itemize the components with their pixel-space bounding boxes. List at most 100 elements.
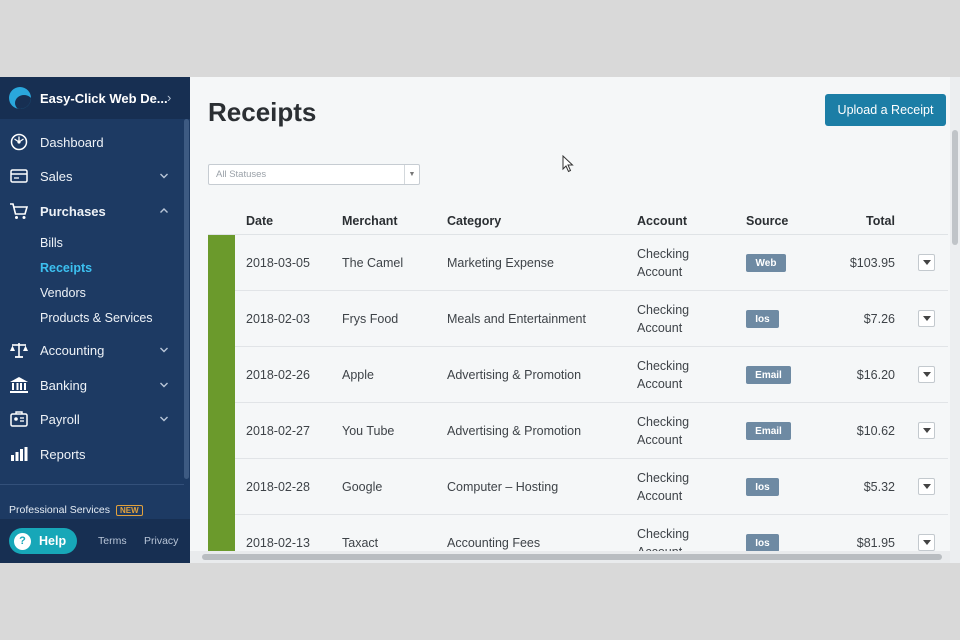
privacy-link[interactable]: Privacy bbox=[144, 535, 178, 547]
sidebar-item-banking[interactable]: Banking bbox=[0, 370, 184, 400]
cell-category: Accounting Fees bbox=[447, 536, 541, 550]
sidebar-subitem-receipts[interactable]: Receipts bbox=[40, 261, 92, 275]
page-title: Receipts bbox=[208, 97, 317, 127]
chevron-down-icon bbox=[160, 382, 168, 388]
status-filter-select[interactable]: All Statuses ▼ bbox=[208, 164, 420, 185]
cell-category: Advertising & Promotion bbox=[447, 424, 582, 438]
cell-total: $10.62 bbox=[856, 424, 895, 438]
cell-merchant: You Tube bbox=[342, 424, 395, 438]
status-filter-value: All Statuses bbox=[216, 169, 267, 180]
column-header-merchant[interactable]: Merchant bbox=[342, 214, 398, 228]
chevron-down-icon bbox=[160, 173, 168, 179]
source-badge: Ios bbox=[746, 478, 779, 496]
sidebar-subitem-products-services[interactable]: Products & Services bbox=[40, 311, 153, 325]
account-line: Account bbox=[637, 265, 683, 279]
source-badge: Ios bbox=[746, 534, 779, 552]
cell-total: $16.20 bbox=[856, 368, 895, 382]
vertical-scrollbar[interactable] bbox=[950, 77, 960, 563]
account-line: Account bbox=[637, 433, 683, 447]
cell-total: $7.26 bbox=[863, 312, 895, 326]
column-header-date[interactable]: Date bbox=[246, 214, 273, 228]
column-header-category[interactable]: Category bbox=[447, 214, 501, 228]
sidebar-subitem-vendors[interactable]: Vendors bbox=[40, 286, 86, 300]
account-line: Checking bbox=[637, 359, 690, 373]
bank-icon bbox=[9, 375, 29, 395]
sidebar-footer: ? Help Terms Privacy bbox=[0, 519, 190, 563]
account-line: Account bbox=[637, 321, 683, 335]
upload-receipt-button[interactable]: Upload a Receipt bbox=[825, 94, 946, 126]
table-row[interactable]: 2018-03-05 The Camel Marketing Expense C… bbox=[208, 235, 948, 291]
source-badge: Web bbox=[746, 254, 786, 272]
cell-merchant: Frys Food bbox=[342, 312, 399, 326]
shopping-cart-icon bbox=[9, 201, 29, 221]
table-row[interactable]: 2018-02-03 Frys Food Meals and Entertain… bbox=[208, 291, 948, 347]
terms-link[interactable]: Terms bbox=[98, 535, 127, 547]
sidebar-item-label: Purchases bbox=[40, 203, 106, 219]
dropdown-arrow-icon: ▼ bbox=[404, 165, 419, 184]
chevron-up-icon bbox=[160, 208, 168, 213]
sidebar-item-purchases[interactable]: Purchases bbox=[0, 196, 184, 226]
sidebar-item-reports[interactable]: Reports bbox=[0, 439, 184, 469]
table-row[interactable]: 2018-02-26 Apple Advertising & Promotion… bbox=[208, 347, 948, 403]
help-button[interactable]: ? Help bbox=[9, 528, 77, 554]
account-line: Checking bbox=[637, 303, 690, 317]
cell-date: 2018-02-03 bbox=[246, 312, 310, 326]
sidebar-scrollbar[interactable] bbox=[184, 119, 189, 479]
cell-date: 2018-02-27 bbox=[246, 424, 310, 438]
row-actions-dropdown[interactable] bbox=[918, 534, 935, 551]
row-actions-dropdown[interactable] bbox=[918, 422, 935, 439]
sidebar-divider bbox=[0, 484, 184, 485]
account-line: Checking bbox=[637, 527, 690, 541]
account-line: Checking bbox=[637, 415, 690, 429]
scales-icon bbox=[9, 340, 29, 360]
company-switcher[interactable]: Easy-Click Web De... › bbox=[0, 77, 190, 119]
column-header-total[interactable]: Total bbox=[866, 214, 895, 228]
dashboard-icon bbox=[9, 132, 29, 152]
sidebar-item-sales[interactable]: Sales bbox=[0, 161, 184, 191]
horizontal-scrollbar[interactable] bbox=[190, 551, 950, 563]
sidebar-subitem-bills[interactable]: Bills bbox=[40, 236, 63, 250]
cell-merchant: The Camel bbox=[342, 256, 404, 270]
table-row[interactable]: 2018-02-27 You Tube Advertising & Promot… bbox=[208, 403, 948, 459]
column-header-account[interactable]: Account bbox=[637, 214, 687, 228]
sidebar-item-label: Payroll bbox=[40, 411, 80, 427]
chevron-down-icon bbox=[160, 416, 168, 422]
cell-merchant: Taxact bbox=[342, 536, 379, 550]
company-name: Easy-Click Web De... bbox=[40, 90, 168, 106]
sidebar-item-payroll[interactable]: Payroll bbox=[0, 404, 184, 434]
row-actions-dropdown[interactable] bbox=[918, 478, 935, 495]
row-status-stripe bbox=[208, 235, 235, 291]
vertical-scroll-thumb[interactable] bbox=[952, 130, 958, 245]
app-window: Easy-Click Web De... › Dashboard Sales P… bbox=[0, 77, 960, 563]
account-line: Checking bbox=[637, 247, 690, 261]
account-line: Account bbox=[637, 489, 683, 503]
payroll-icon bbox=[9, 409, 29, 429]
cell-date: 2018-02-28 bbox=[246, 480, 310, 494]
row-actions-dropdown[interactable] bbox=[918, 310, 935, 327]
cell-date: 2018-02-13 bbox=[246, 536, 310, 550]
column-header-source[interactable]: Source bbox=[746, 214, 788, 228]
bar-chart-icon bbox=[9, 444, 29, 464]
source-badge: Email bbox=[746, 366, 791, 384]
cell-category: Marketing Expense bbox=[447, 256, 555, 270]
sidebar-item-label: Banking bbox=[40, 377, 87, 393]
row-status-stripe bbox=[208, 347, 235, 403]
sidebar-item-accounting[interactable]: Accounting bbox=[0, 335, 184, 365]
row-actions-dropdown[interactable] bbox=[918, 254, 935, 271]
professional-services-link[interactable]: Professional Services NEW bbox=[9, 504, 143, 516]
horizontal-scroll-thumb[interactable] bbox=[202, 554, 942, 560]
source-badge: Ios bbox=[746, 310, 779, 328]
cell-date: 2018-02-26 bbox=[246, 368, 310, 382]
account-line: Checking bbox=[637, 471, 690, 485]
table-row[interactable]: 2018-02-28 Google Computer – Hosting Che… bbox=[208, 459, 948, 515]
cell-merchant: Google bbox=[342, 480, 383, 494]
table-header: Date Merchant Category Account Source To… bbox=[208, 207, 948, 235]
main-content: Receipts Upload a Receipt All Statuses ▼… bbox=[190, 77, 960, 563]
row-status-stripe bbox=[208, 403, 235, 459]
cell-account: Checking Account bbox=[637, 245, 707, 281]
sidebar-item-label: Accounting bbox=[40, 342, 105, 358]
cell-account: Checking Account bbox=[637, 357, 707, 393]
row-actions-dropdown[interactable] bbox=[918, 366, 935, 383]
sidebar-item-dashboard[interactable]: Dashboard bbox=[0, 127, 184, 157]
row-status-stripe bbox=[208, 459, 235, 515]
